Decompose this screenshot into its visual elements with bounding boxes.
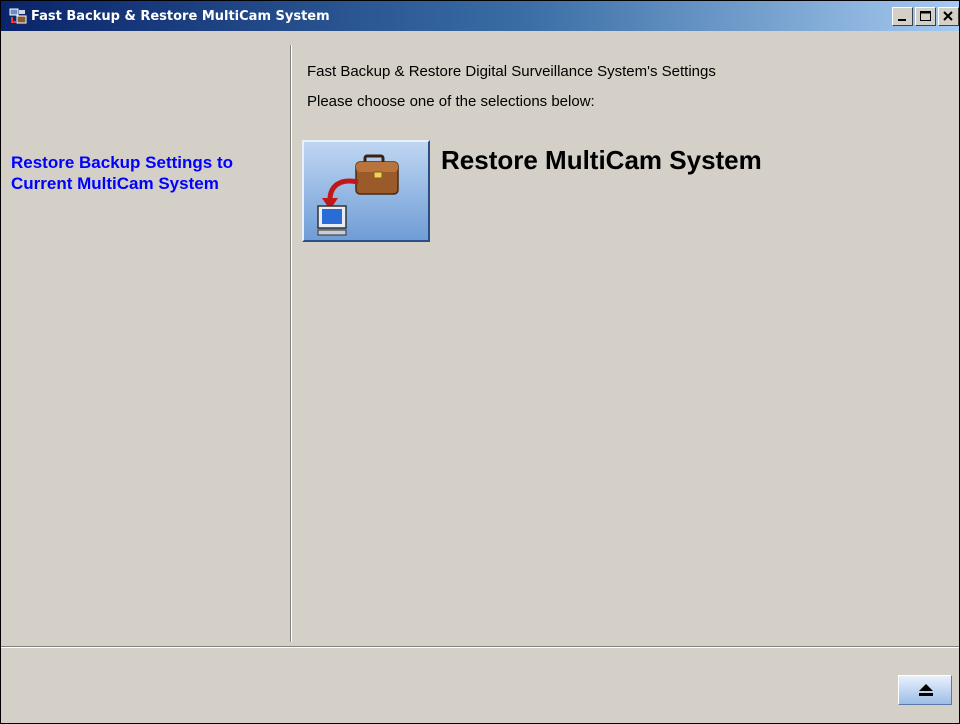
minimize-button[interactable] (892, 7, 913, 26)
main-content: Fast Backup & Restore Digital Surveillan… (293, 31, 959, 646)
page-header: Fast Backup & Restore Digital Surveillan… (307, 63, 716, 80)
eject-icon (919, 684, 933, 696)
title-bar[interactable]: Fast Backup & Restore MultiCam System (1, 1, 959, 31)
restore-multicam-button[interactable] (302, 140, 430, 242)
close-icon (943, 11, 953, 21)
app-icon (9, 8, 27, 24)
app-window: Fast Backup & Restore MultiCam System Re… (0, 0, 960, 724)
minimize-icon (898, 19, 906, 21)
window-title: Fast Backup & Restore MultiCam System (31, 8, 330, 24)
vertical-divider (290, 45, 292, 642)
maximize-icon (920, 11, 931, 21)
footer-divider (1, 646, 959, 648)
computer-briefcase-restore-icon (317, 154, 399, 236)
restore-backup-settings-link[interactable]: Restore Backup Settings to Current Multi… (11, 152, 276, 194)
instruction-text: Please choose one of the selections belo… (307, 93, 595, 110)
close-button[interactable] (938, 7, 959, 26)
window-controls (890, 7, 959, 26)
restore-multicam-label[interactable]: Restore MultiCam System (441, 145, 762, 176)
sidebar: Restore Backup Settings to Current Multi… (1, 31, 290, 646)
eject-button[interactable] (898, 675, 952, 705)
maximize-button[interactable] (915, 7, 936, 26)
